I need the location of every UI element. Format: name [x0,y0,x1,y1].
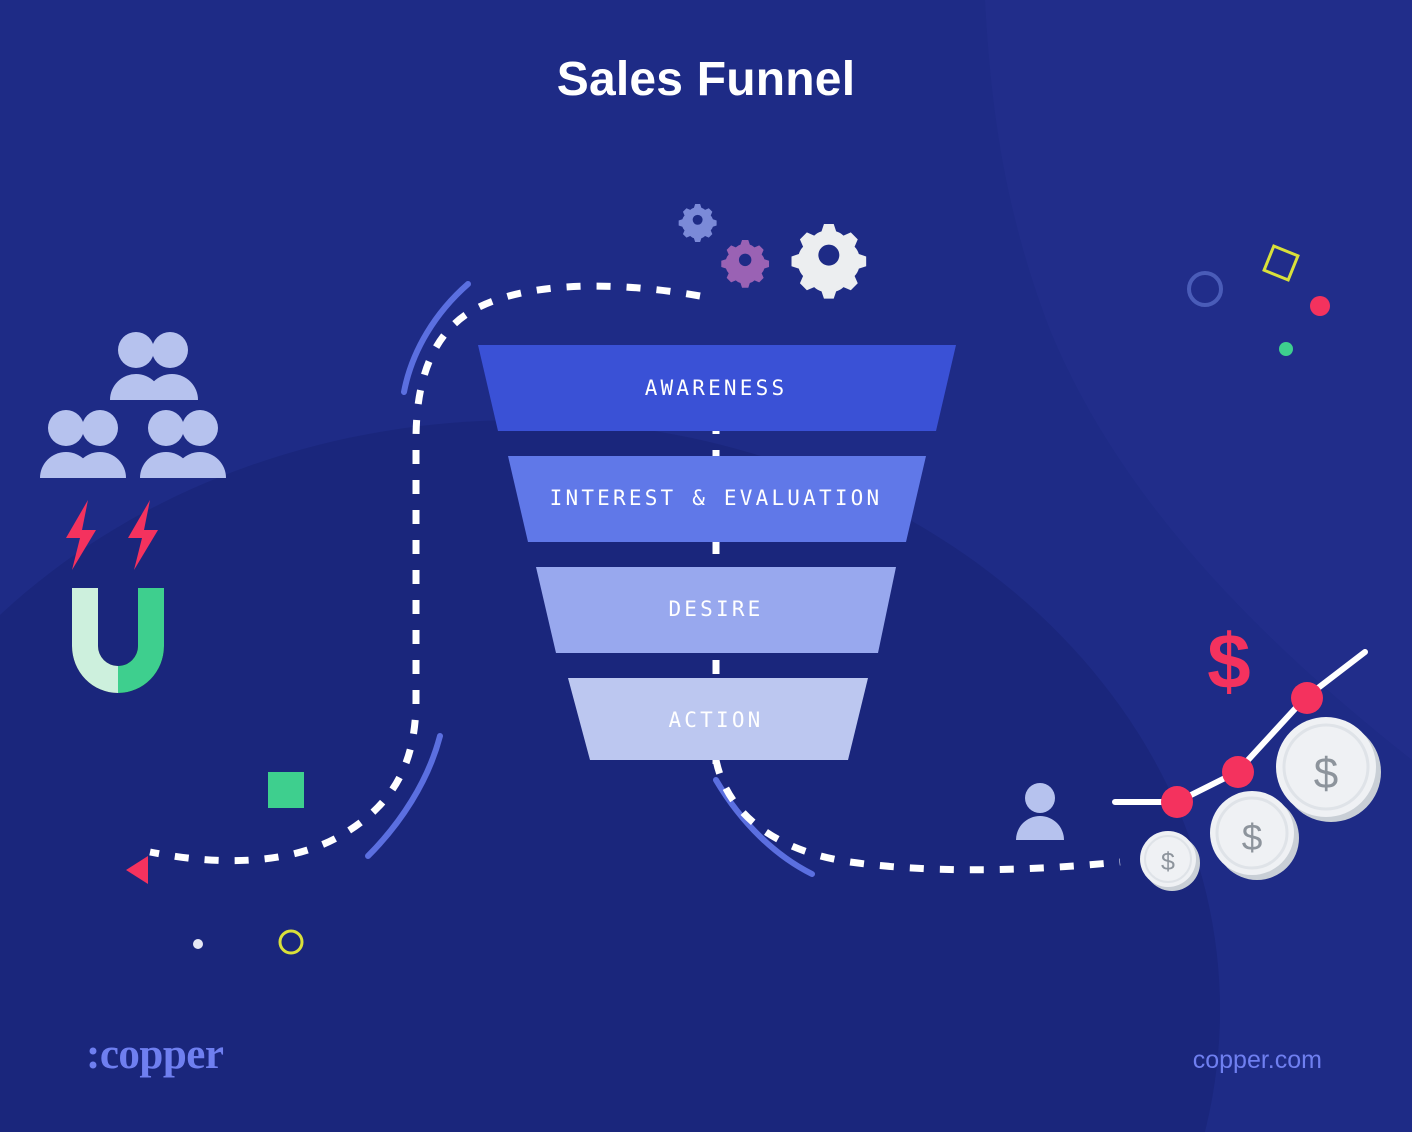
copper-logo[interactable]: :copper [86,1030,224,1079]
svg-text:$: $ [1314,749,1338,798]
gear-icon-large [791,224,867,299]
trend-dot-2 [1222,756,1254,788]
people-icon-top [110,332,198,400]
lightning-bolts-group [66,500,158,570]
svg-text:$: $ [1242,817,1263,858]
lightning-bolt-icon-left [66,500,96,570]
coin-medium: $ [1210,791,1299,880]
single-person-icon [1016,783,1064,840]
people-icon-bottom-left [40,410,126,478]
coin-large: $ [1276,717,1381,822]
coin-small: $ [1140,831,1200,891]
gear-icon-small [678,204,717,242]
gears-group [678,204,867,299]
funnel-label-interest-evaluation: INTEREST & EVALUATION [549,486,883,510]
funnel-label-desire: DESIRE [668,597,764,621]
funnel-label-awareness: AWARENESS [644,376,788,400]
revenue-growth-group: $ $ $ $ [1112,630,1381,891]
people-icon-bottom-right [140,410,226,478]
lightning-bolt-icon-right [128,500,158,570]
funnel-diagram [478,345,956,760]
svg-text:$: $ [1161,848,1175,876]
funnel-label-action: ACTION [668,708,764,732]
magnet-icon [72,588,164,693]
infographic-canvas: Sales Funnel AWARENESS INTEREST & EVALUA… [0,0,1412,1132]
trend-dot-3 [1291,682,1323,714]
website-url[interactable]: copper.com [1193,1046,1322,1075]
dollar-sign-icon: $ [1207,630,1250,705]
gear-icon-medium [721,240,770,288]
audience-icons-group [40,332,226,478]
trend-dot-1 [1161,786,1193,818]
